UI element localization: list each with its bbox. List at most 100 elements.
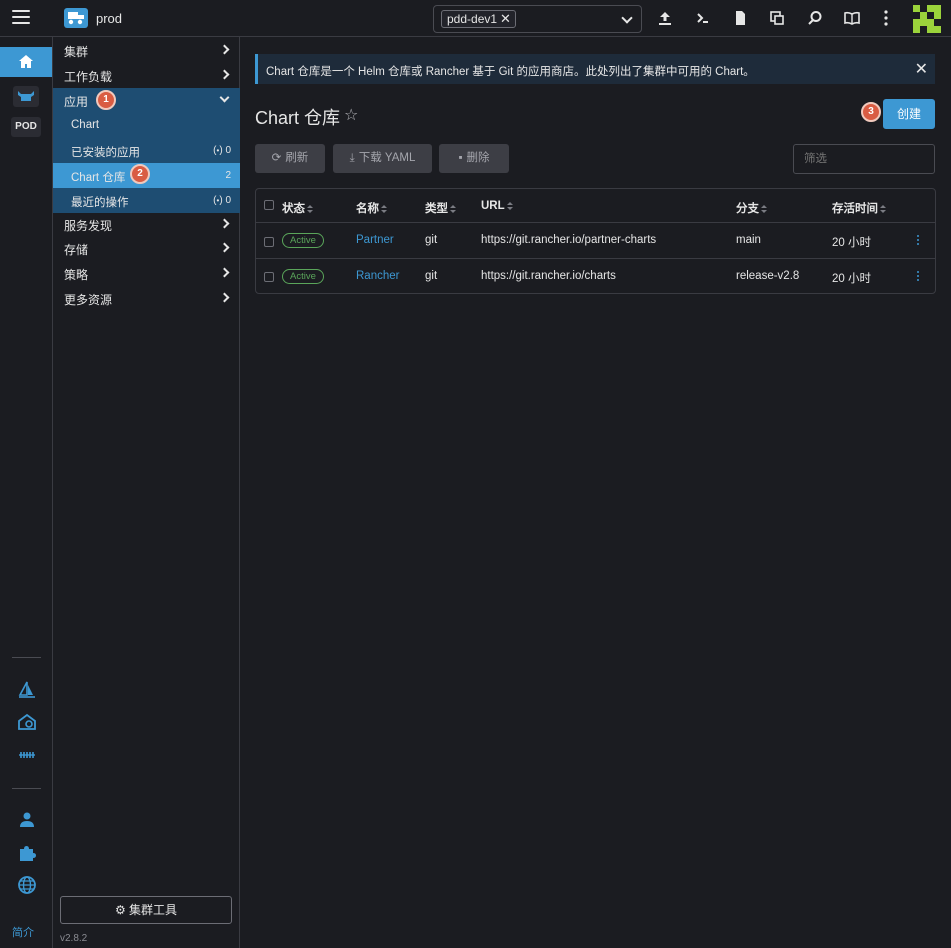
count-value: 0 xyxy=(225,195,231,206)
select-all-checkbox[interactable] xyxy=(264,200,274,210)
more-vertical-icon[interactable] xyxy=(877,9,895,27)
page-title: Chart 仓库 xyxy=(255,108,341,128)
gear-icon: ⚙ xyxy=(114,903,130,917)
count-value: 0 xyxy=(225,145,231,156)
banner-text: Chart 仓库是一个 Helm 仓库或 Rancher 基于 Git 的应用商… xyxy=(266,66,755,78)
nav-group-policy[interactable]: 策略 xyxy=(53,261,240,286)
cluster-cow-icon[interactable] xyxy=(13,86,39,107)
chevron-right-icon xyxy=(219,242,230,253)
nav-item-label: Chart 仓库 xyxy=(71,172,126,184)
step-marker-2: 2 xyxy=(130,164,150,184)
network-icon[interactable] xyxy=(17,745,37,765)
chevron-right-icon xyxy=(219,69,230,80)
copy-config-icon[interactable] xyxy=(768,9,786,27)
search-icon[interactable] xyxy=(806,9,824,27)
step-marker-1: 1 xyxy=(96,90,116,110)
favorite-star-icon[interactable]: ☆ xyxy=(344,105,358,125)
user-icon[interactable] xyxy=(17,810,37,830)
row-checkbox[interactable] xyxy=(264,237,274,247)
divider xyxy=(256,222,935,223)
column-header-status[interactable]: 状态 xyxy=(282,200,313,216)
version-label: v2.8.2 xyxy=(60,933,88,944)
info-banner: Chart 仓库是一个 Helm 仓库或 Rancher 基于 Git 的应用商… xyxy=(255,54,935,84)
namespace-chip: pdd-dev1 ✕ xyxy=(441,10,516,28)
file-icon[interactable] xyxy=(731,9,749,27)
nav-item-charts[interactable]: Chart xyxy=(53,113,240,138)
top-header: prod pdd-dev1 ✕ xyxy=(0,0,951,37)
column-header-name[interactable]: 名称 xyxy=(356,200,387,216)
nav-group-label: 工作负载 xyxy=(64,70,113,84)
nav-group-service-discovery[interactable]: 服务发现 xyxy=(53,212,240,237)
nav-group-label: 服务发现 xyxy=(64,219,113,233)
chevron-right-icon xyxy=(219,267,230,278)
filter-input[interactable] xyxy=(793,144,935,174)
namespace-chip-label: pdd-dev1 xyxy=(447,12,498,26)
terminal-icon[interactable] xyxy=(694,9,712,27)
chevron-down-icon xyxy=(219,92,230,103)
chevron-right-icon xyxy=(219,292,230,303)
column-header-url[interactable]: URL xyxy=(481,200,513,212)
book-icon[interactable] xyxy=(843,9,861,27)
cluster-tools-button[interactable]: ⚙ 集群工具 xyxy=(60,896,232,924)
nav-group-storage[interactable]: 存储 xyxy=(53,236,240,261)
namespaced-count: (•) 0 xyxy=(213,145,231,156)
nav-item-label: 已安装的应用 xyxy=(71,147,140,159)
nav-group-label: 更多资源 xyxy=(64,293,113,307)
home-button[interactable] xyxy=(0,47,52,77)
repo-type: git xyxy=(425,270,438,282)
nav-item-installed-apps[interactable]: 已安装的应用 (•) 0 xyxy=(53,138,240,163)
virtualization-icon[interactable] xyxy=(17,712,37,732)
refresh-label: 刷新 xyxy=(285,152,309,164)
divider xyxy=(256,258,935,259)
status-badge: Active xyxy=(282,233,324,248)
nav-group-more-resources[interactable]: 更多资源 xyxy=(53,286,240,311)
nav-group-workloads[interactable]: 工作负载 xyxy=(53,63,240,88)
cluster-tools-label: 集群工具 xyxy=(129,903,178,917)
repo-age: 20 小时 xyxy=(832,273,871,285)
repo-branch: release-v2.8 xyxy=(736,270,800,282)
nav-group-label: 集群 xyxy=(64,45,89,59)
download-yaml-button[interactable]: ⤓ 下载 YAML xyxy=(333,144,432,173)
row-actions-icon[interactable] xyxy=(916,271,920,283)
intro-link[interactable]: 简介 xyxy=(12,924,34,940)
delete-label: 删除 xyxy=(466,152,490,164)
upload-icon[interactable] xyxy=(656,9,674,27)
nav-group-label: 策略 xyxy=(64,268,89,282)
nav-item-recent-operations[interactable]: 最近的操作 (•) 0 xyxy=(53,188,240,213)
repo-name-link[interactable]: Rancher xyxy=(356,270,399,282)
pod-cluster-button[interactable]: POD xyxy=(11,117,41,137)
chevron-right-icon xyxy=(219,218,230,229)
chevron-down-icon[interactable] xyxy=(621,12,633,24)
repo-name-link[interactable]: Partner xyxy=(356,234,394,246)
chip-close-icon[interactable]: ✕ xyxy=(500,11,511,26)
status-badge: Active xyxy=(282,269,324,284)
nav-group-cluster[interactable]: 集群 xyxy=(53,38,240,63)
app-rail: POD 简介 xyxy=(0,37,53,948)
delete-button[interactable]: ▪ 删除 xyxy=(439,144,509,173)
column-header-type[interactable]: 类型 xyxy=(425,200,456,216)
step-marker-3: 3 xyxy=(861,102,881,122)
repo-url: https://git.rancher.io/partner-charts xyxy=(481,234,657,246)
home-icon xyxy=(19,55,33,68)
menu-icon[interactable] xyxy=(12,10,30,26)
globe-icon[interactable] xyxy=(17,875,37,895)
cluster-icon xyxy=(64,8,88,28)
extension-puzzle-icon[interactable] xyxy=(17,843,37,863)
close-icon[interactable]: ✕ xyxy=(915,59,928,79)
row-checkbox[interactable] xyxy=(264,272,274,282)
create-button[interactable]: 创建 xyxy=(883,99,935,129)
download-icon: ⤓ xyxy=(349,152,355,164)
refresh-button[interactable]: ⟳ 刷新 xyxy=(255,144,325,173)
column-header-age[interactable]: 存活时间 xyxy=(832,200,886,216)
repo-url: https://git.rancher.io/charts xyxy=(481,270,616,282)
namespace-select[interactable]: pdd-dev1 ✕ xyxy=(433,5,642,33)
nav-item-label: Chart xyxy=(71,119,100,131)
count-value: 2 xyxy=(225,170,231,181)
divider xyxy=(12,657,41,658)
fleet-sailboat-icon[interactable] xyxy=(17,680,37,700)
user-avatar[interactable] xyxy=(913,5,941,33)
nav-group-apps[interactable]: 应用 xyxy=(53,88,240,113)
column-header-branch[interactable]: 分支 xyxy=(736,200,767,216)
row-actions-icon[interactable] xyxy=(916,235,920,247)
chevron-right-icon xyxy=(219,44,230,55)
